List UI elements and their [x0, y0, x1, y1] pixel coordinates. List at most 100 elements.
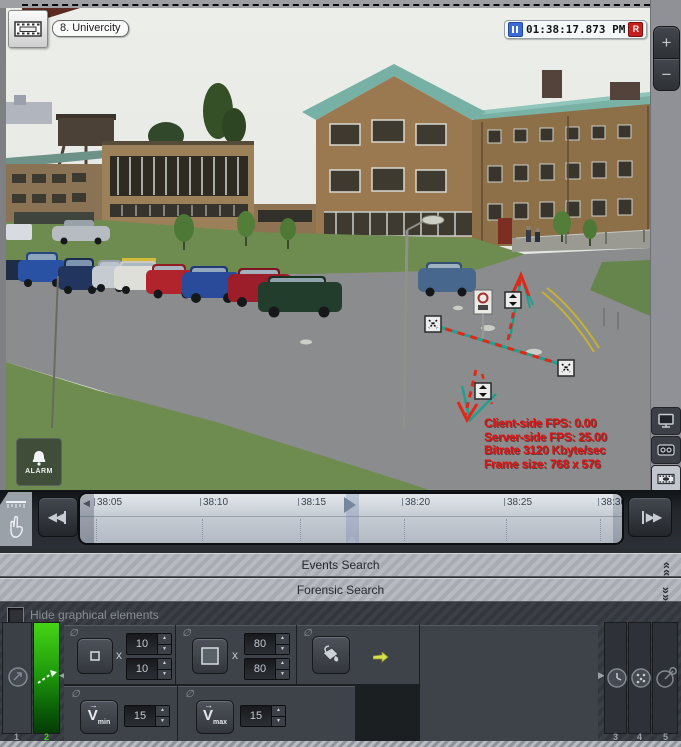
visibility-toggle-icon[interactable]: ∅ — [182, 628, 191, 639]
color-fill-button[interactable] — [312, 636, 350, 674]
spin-down-button[interactable]: ▼ — [158, 645, 171, 655]
playhead-bottom-marker — [347, 535, 357, 543]
spin-down-button[interactable]: ▼ — [276, 670, 289, 680]
camera-video-view[interactable]: 8. Univercity 01:38:17.873 PM R Client-s… — [6, 8, 650, 490]
film-cassette-icon — [657, 442, 675, 458]
spin-up-button[interactable]: ▲ — [158, 659, 171, 670]
alarm-button[interactable]: ALARM — [16, 438, 62, 486]
lane-4-column[interactable] — [628, 622, 651, 734]
move-handle[interactable] — [425, 316, 441, 332]
spinner-value: 10 — [127, 634, 157, 654]
lane-1-column[interactable] — [2, 622, 32, 734]
spin-down-button[interactable]: ▼ — [276, 645, 289, 655]
min-size-group: ∅ x 10 ▲▼ 10 ▲▼ — [64, 625, 175, 684]
min-size-button[interactable] — [77, 638, 113, 674]
color-sample-arrow[interactable] — [373, 652, 389, 663]
move-handle[interactable] — [558, 360, 574, 376]
spin-down-button[interactable]: ▼ — [272, 717, 285, 727]
multiply-label: x — [116, 648, 122, 662]
step-backward-button[interactable]: ◀◀ — [38, 497, 78, 537]
clock-icon — [606, 667, 628, 689]
forward-glyph: ▶▶ — [646, 510, 660, 524]
timeline-tick: 38:20 — [402, 497, 430, 508]
min-height-spinner[interactable]: 10 ▲▼ — [126, 658, 172, 680]
hand-cursor-icon — [7, 514, 27, 540]
color-fill-group: ∅ — [297, 625, 419, 684]
vmax-group: ∅ →Vmax 15 ▲▼ — [178, 686, 355, 742]
archive-view-button[interactable] — [651, 436, 681, 464]
spin-up-button[interactable]: ▲ — [156, 706, 169, 717]
zoom-in-label: + — [662, 33, 672, 53]
large-square-icon — [200, 646, 220, 666]
spinner-value: 15 — [125, 706, 155, 726]
vmin-spinner[interactable]: 15 ▲▼ — [124, 705, 170, 727]
spinner-value: 80 — [245, 634, 275, 654]
min-width-spinner[interactable]: 10 ▲▼ — [126, 633, 172, 655]
max-width-spinner[interactable]: 80 ▲▼ — [244, 633, 290, 655]
zoom-in-button[interactable]: + — [653, 26, 680, 59]
playback-view-button[interactable] — [651, 465, 681, 493]
stats-line: Client-side FPS: 0.00 — [484, 417, 649, 431]
vmax-button[interactable]: →Vmax — [196, 700, 234, 734]
timeline-gridline — [404, 519, 405, 541]
ruler-icon — [4, 499, 28, 510]
vmax-spinner[interactable]: 15 ▲▼ — [240, 705, 286, 727]
visibility-toggle-icon[interactable]: ∅ — [185, 689, 194, 700]
vmin-button[interactable]: →Vmin — [80, 700, 118, 734]
visibility-toggle-icon[interactable]: ∅ — [303, 628, 312, 639]
rewind-bar — [64, 511, 66, 524]
timeline-tick: 38:25 — [504, 497, 532, 508]
selection-dashed-border — [22, 4, 650, 6]
vmin-group: ∅ →Vmin 15 ▲▼ — [64, 686, 177, 742]
forensic-search-panel: Hide graphical elements 1 2 ◀ ∅ x — [0, 602, 681, 747]
spinner-value: 15 — [241, 706, 271, 726]
spin-down-button[interactable]: ▼ — [158, 670, 171, 680]
bell-icon — [29, 450, 49, 467]
playhead-marker[interactable] — [344, 497, 356, 513]
visibility-toggle-icon[interactable]: ∅ — [69, 628, 78, 639]
spin-up-button[interactable]: ▲ — [158, 634, 171, 645]
bottom-resize-strip[interactable] — [0, 741, 681, 747]
stats-line: Server-side FPS: 25.00 — [484, 431, 649, 445]
events-search-bar[interactable]: Events Search »» — [0, 553, 681, 577]
camera-name-label: 8. Univercity — [52, 20, 129, 37]
timestamp-display[interactable]: 01:38:17.873 PM R — [504, 20, 647, 39]
stream-stats-overlay: Client-side FPS: 0.00 Server-side FPS: 2… — [484, 417, 649, 471]
app-window: 8. Univercity 01:38:17.873 PM R Client-s… — [0, 0, 681, 747]
spin-up-button[interactable]: ▲ — [272, 706, 285, 717]
lane-2-column-active[interactable] — [33, 622, 60, 734]
hide-graphical-label: Hide graphical elements — [30, 608, 159, 622]
spin-up-button[interactable]: ▲ — [276, 659, 289, 670]
zoom-out-button[interactable]: − — [653, 58, 680, 91]
forensic-search-bar[interactable]: Forensic Search »» — [0, 578, 681, 602]
timeline-tick: 38:15 — [298, 497, 326, 508]
timeline-gridline — [600, 519, 601, 541]
step-forward-button[interactable]: ▶▶ — [628, 497, 672, 537]
visibility-toggle-icon[interactable]: ∅ — [71, 689, 80, 700]
lane-5-column[interactable] — [652, 622, 678, 734]
timeline-mode-tab[interactable] — [0, 492, 32, 546]
timeline-panel: ◀◀ 38:05 38:10 38:15 38:20 38:25 38:30 ◀… — [0, 490, 681, 548]
stats-line: Bitrate 3120 Kbyte/sec — [484, 444, 649, 458]
timeline-gridline — [506, 519, 507, 541]
max-height-spinner[interactable]: 80 ▲▼ — [244, 658, 290, 680]
lane-3-column[interactable] — [604, 622, 627, 734]
spin-down-button[interactable]: ▼ — [156, 717, 169, 727]
events-search-label: Events Search — [301, 558, 379, 572]
max-size-button[interactable] — [192, 638, 228, 674]
camera-type-button[interactable] — [8, 10, 48, 48]
spinner-value: 10 — [127, 659, 157, 679]
noise-dots-icon — [630, 667, 652, 689]
collapse-up-icon: »» — [655, 562, 677, 576]
monitor-view-button[interactable] — [651, 407, 681, 435]
expand-down-icon: »» — [655, 587, 677, 601]
resize-handle[interactable] — [475, 383, 491, 399]
forward-bar — [642, 511, 644, 524]
zoom-out-label: − — [662, 65, 672, 85]
spin-up-button[interactable]: ▲ — [276, 634, 289, 645]
timeline-gridline — [202, 519, 203, 541]
timeline-gridline — [300, 519, 301, 541]
resize-handle[interactable] — [505, 292, 521, 308]
paint-bucket-icon — [320, 644, 342, 666]
timeline-track[interactable]: 38:05 38:10 38:15 38:20 38:25 38:30 ◀ — [78, 492, 624, 545]
